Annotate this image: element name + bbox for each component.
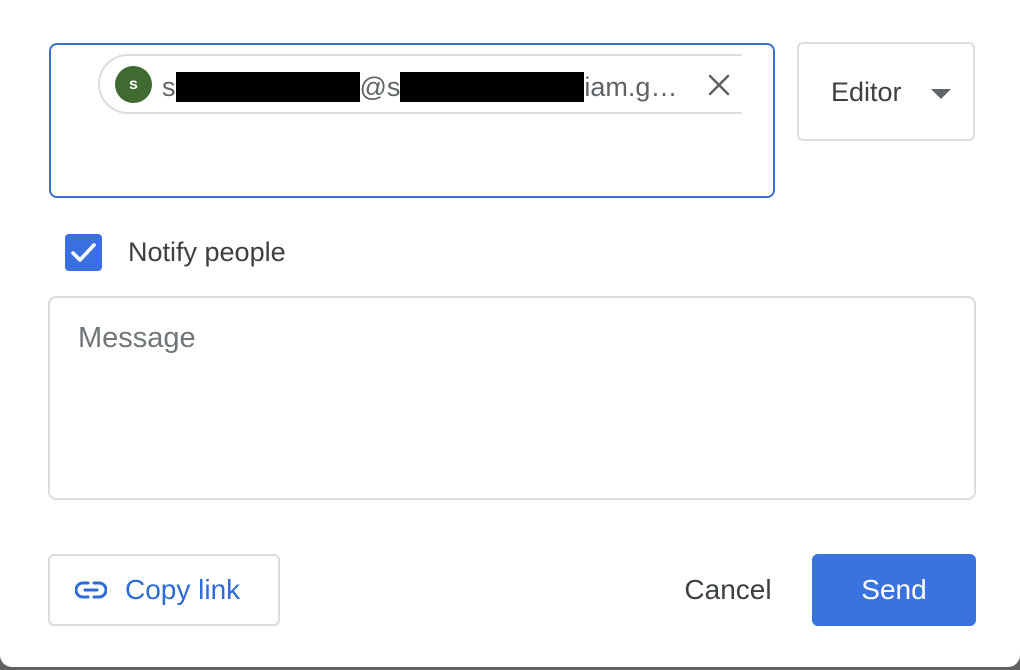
copy-link-label: Copy link [125,574,241,605]
redaction-bar [400,71,585,102]
role-selected-label: Editor [831,77,902,107]
cancel-button[interactable]: Cancel [660,558,796,622]
recipient-chip[interactable]: s s @s iam.g… [98,54,742,114]
role-dropdown[interactable]: Editor [797,42,975,141]
recipient-email: s @s iam.g… [162,70,678,102]
notify-people-checkbox[interactable] [65,234,102,271]
copy-link-button[interactable]: Copy link [48,554,280,626]
redaction-bar [175,71,360,102]
avatar: s [115,66,152,103]
send-button[interactable]: Send [812,554,976,626]
checkmark-icon [71,243,96,262]
share-dialog: s s @s iam.g… Editor Notify people Messa… [0,0,1020,667]
email-domain-start: @s [359,71,401,102]
email-prefix: s [162,71,176,102]
caret-down-icon [931,89,951,99]
close-icon[interactable] [702,68,736,102]
message-field[interactable] [48,296,976,500]
recipients-input[interactable]: s s @s iam.g… [49,43,775,198]
notify-people-label: Notify people [128,237,286,267]
email-suffix: iam.g… [584,71,678,102]
link-icon [74,578,108,602]
